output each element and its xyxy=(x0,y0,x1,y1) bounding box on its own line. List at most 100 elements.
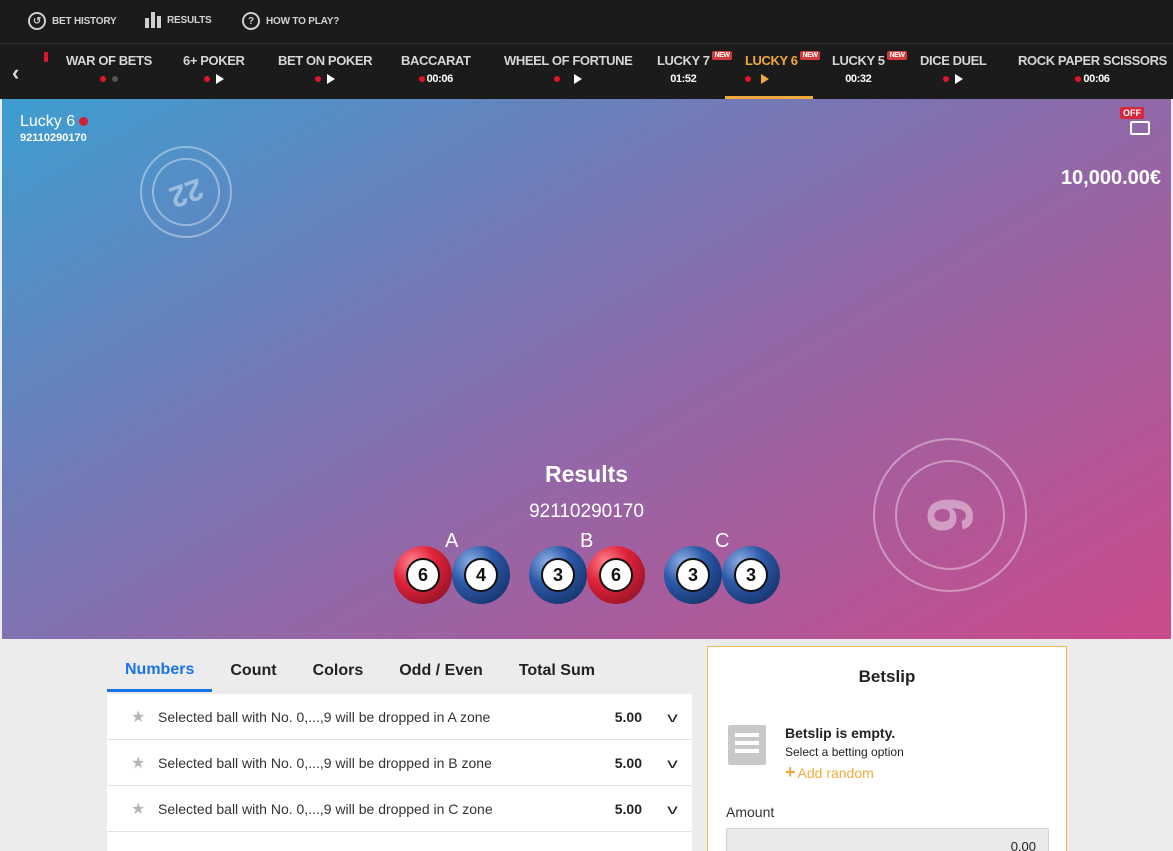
live-dot-icon xyxy=(79,117,89,127)
tab-total-sum[interactable]: Total Sum xyxy=(501,650,613,692)
chevron-down-icon[interactable]: v xyxy=(667,709,678,725)
chevron-down-icon[interactable]: v xyxy=(667,755,678,771)
game-tab-label: BACCARAT xyxy=(401,53,471,68)
game-tabs-bar: ‹ WAR OF BETS 6+ POKER BET ON POKER BACC… xyxy=(0,44,1173,99)
ball-number: 3 xyxy=(734,558,768,592)
star-icon[interactable]: ★ xyxy=(131,799,145,819)
new-badge: NEW xyxy=(712,51,732,60)
game-tab-label: LUCKY 6 xyxy=(745,53,798,68)
round-id: 92110290170 xyxy=(20,132,87,144)
add-random-label: Add random xyxy=(797,765,874,781)
new-badge: NEW xyxy=(800,51,820,60)
amount-input[interactable]: 0.00 xyxy=(726,828,1049,851)
live-dot-icon xyxy=(943,76,950,82)
betslip-empty-text: Betslip is empty. xyxy=(785,725,896,741)
betslip-title: Betslip xyxy=(858,667,916,686)
add-random-button[interactable]: + Add random xyxy=(785,762,874,783)
game-tab-label: LUCKY 5 xyxy=(832,53,885,68)
game-tab-lucky-5[interactable]: LUCKY 5 NEW 00:32 xyxy=(832,51,907,86)
new-badge: NEW xyxy=(887,51,907,60)
bet-odd: 5.00 xyxy=(614,800,642,817)
off-badge: OFF xyxy=(1120,107,1144,119)
live-dot-icon xyxy=(203,76,210,82)
play-icon xyxy=(574,74,583,84)
tab-odd-even[interactable]: Odd / Even xyxy=(381,650,501,692)
top-bar: ↺ BET HISTORY RESULTS ? HOW TO PLAY? xyxy=(0,0,1173,44)
how-to-play-label: HOW TO PLAY? xyxy=(266,15,340,27)
receipt-icon xyxy=(728,725,766,765)
results-round-id: 92110290170 xyxy=(529,501,644,522)
help-icon: ? xyxy=(242,12,260,30)
game-tab-rock-paper-scissors[interactable]: ROCK PAPER SCISSORS 00:06 xyxy=(1018,53,1167,86)
game-tab-lucky-7[interactable]: LUCKY 7 NEW 01:52 xyxy=(657,51,732,86)
star-icon[interactable]: ★ xyxy=(131,753,145,773)
live-dot-icon xyxy=(554,76,561,82)
bet-list: ★ Selected ball with No. 0,...,9 will be… xyxy=(107,694,692,851)
results-title: Results xyxy=(544,461,629,487)
results-button[interactable]: RESULTS xyxy=(145,12,212,28)
game-title-text: Lucky 6 xyxy=(20,113,76,130)
decorative-ball-icon: 22 xyxy=(127,133,245,251)
game-tab-war-of-bets[interactable]: WAR OF BETS xyxy=(66,53,152,86)
game-tab-label: ROCK PAPER SCISSORS xyxy=(1018,53,1167,68)
tab-numbers[interactable]: Numbers xyxy=(107,650,213,692)
zone-label-c: C xyxy=(715,530,730,552)
live-dot-icon xyxy=(418,76,425,82)
result-ball: 6 xyxy=(587,546,645,604)
ball-number: 4 xyxy=(464,558,498,592)
live-dot-icon xyxy=(745,76,751,82)
betslip-panel: Betslip Betslip is empty. Select a betti… xyxy=(707,646,1067,851)
video-toggle-button[interactable]: OFF xyxy=(1120,107,1154,141)
game-tab-wheel-of-fortune[interactable]: WHEEL OF FORTUNE xyxy=(504,53,633,86)
game-timer: 00:06 xyxy=(426,73,454,85)
game-tab-baccarat[interactable]: BACCARAT 00:06 xyxy=(401,53,471,86)
video-off-icon xyxy=(1130,121,1150,135)
bet-description: Selected ball with No. 0,...,9 will be d… xyxy=(158,754,492,771)
star-icon[interactable]: ★ xyxy=(131,707,145,727)
bet-description: Selected ball with No. 0,...,9 will be d… xyxy=(158,800,493,817)
bet-history-label: BET HISTORY xyxy=(52,15,117,27)
list-item[interactable]: ★ Selected ball with No. 0,...,9 will be… xyxy=(107,740,692,786)
tab-colors[interactable]: Colors xyxy=(295,650,382,692)
game-tab-label: WHEEL OF FORTUNE xyxy=(504,53,633,68)
list-item[interactable]: ★ Selected ball with No. 0,...,9 will be… xyxy=(107,694,692,740)
live-dot-icon xyxy=(315,76,322,82)
zone-label-a: A xyxy=(445,530,459,552)
bet-odd: 5.00 xyxy=(614,754,642,771)
bet-category-tabs: Numbers Count Colors Odd / Even Total Su… xyxy=(107,650,692,692)
balance: 10,000.00€ xyxy=(1060,167,1161,189)
decorative-ring xyxy=(142,148,230,236)
results-label: RESULTS xyxy=(167,14,212,26)
game-tab-label: BET ON POKER xyxy=(278,53,373,68)
tab-count[interactable]: Count xyxy=(212,650,294,692)
game-tab-lucky-6[interactable]: LUCKY 6 NEW xyxy=(745,51,820,86)
result-ball: 3 xyxy=(529,546,587,604)
scroll-marker xyxy=(44,52,48,62)
result-ball: 3 xyxy=(664,546,722,604)
game-tab-dice-duel[interactable]: DICE DUEL xyxy=(920,53,987,86)
game-tab-label: LUCKY 7 xyxy=(657,53,710,68)
plus-icon: + xyxy=(785,762,796,782)
game-timer: 00:32 xyxy=(845,73,872,85)
list-item[interactable]: ★ Selected ball with No. 0,...,9 will be… xyxy=(107,786,692,832)
game-tab-6-poker[interactable]: 6+ POKER xyxy=(183,53,245,86)
bet-description: Selected ball with No. 0,...,9 will be d… xyxy=(158,708,491,725)
live-dot-icon xyxy=(1075,76,1082,82)
betslip-hint: Select a betting option xyxy=(785,745,904,759)
chevron-down-icon[interactable]: v xyxy=(667,801,678,817)
ball-number: 3 xyxy=(541,558,575,592)
ball-number: 6 xyxy=(599,558,633,592)
game-timer: 00:06 xyxy=(1083,73,1110,85)
how-to-play-button[interactable]: ? HOW TO PLAY? xyxy=(242,12,339,30)
list-item[interactable] xyxy=(107,832,692,851)
chevron-left-icon[interactable]: ‹ xyxy=(12,60,19,86)
game-tab-label: 6+ POKER xyxy=(183,53,245,68)
bet-history-button[interactable]: ↺ BET HISTORY xyxy=(28,12,117,30)
history-icon: ↺ xyxy=(28,12,46,30)
game-title: Lucky 6 xyxy=(20,113,89,131)
game-tab-bet-on-poker[interactable]: BET ON POKER xyxy=(278,53,373,86)
game-tab-label: WAR OF BETS xyxy=(66,53,152,68)
play-icon xyxy=(215,74,224,84)
game-stage: Lucky 6 92110290170 OFF 10,000.00€ 22 6 … xyxy=(2,99,1171,639)
result-ball: 4 xyxy=(452,546,510,604)
